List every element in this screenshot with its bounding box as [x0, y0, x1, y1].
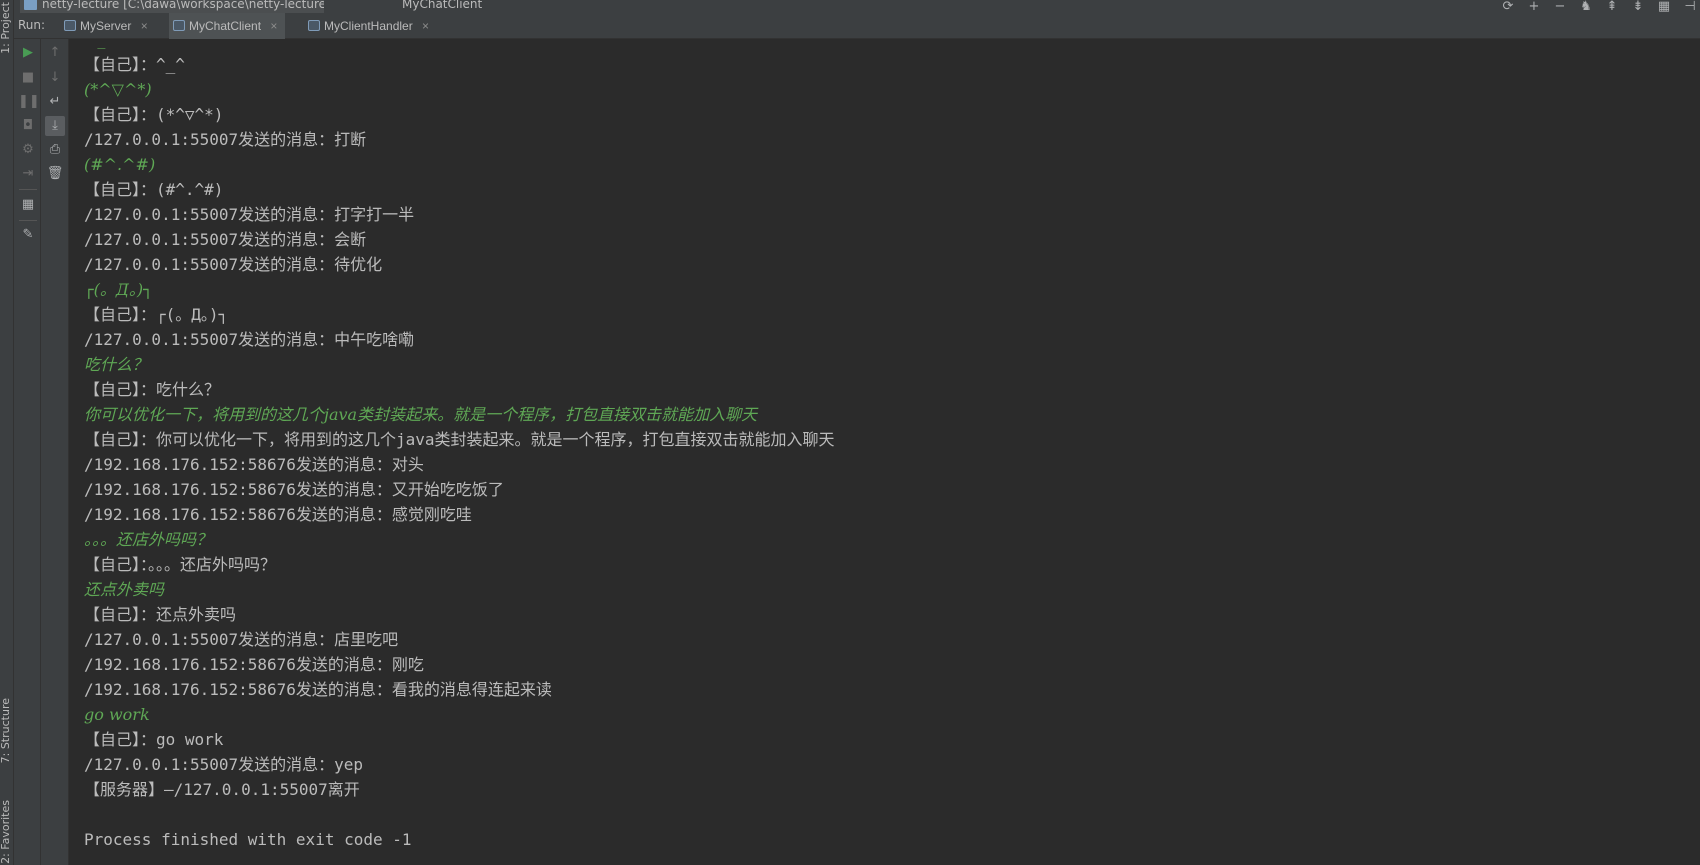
- run-config-icon: [64, 20, 76, 31]
- run-toolbar-secondary: ↑ ↓ ↵ ⤓ ⎙ 🗑: [41, 39, 69, 865]
- title-bar: netty-lecture [C:\dawa\workspace\netty-l…: [0, 0, 1700, 13]
- collapse-all-icon[interactable]: ⇟: [1630, 0, 1646, 13]
- close-icon[interactable]: ×: [141, 19, 148, 33]
- console-output-line: 【服务器】—/127.0.0.1:55007离开: [84, 780, 360, 799]
- run-tool-header: Run: MyServer × MyChatClient × MyClientH…: [14, 13, 1700, 39]
- scroll-to-end-icon[interactable]: ⤓: [45, 116, 65, 136]
- run-tab-label: MyServer: [80, 19, 132, 33]
- console-output-line: 【自己】：。。。还店外吗吗？: [84, 555, 277, 574]
- layout-icon[interactable]: ▦: [1656, 0, 1672, 13]
- console-output-line: /127.0.0.1:55007发送的消息：打字打一半: [84, 205, 415, 224]
- console-input-line: go work: [84, 705, 150, 724]
- print-icon[interactable]: ⎙: [45, 140, 65, 160]
- console-output-line: /192.168.176.152:58676发送的消息：感觉刚吃哇: [84, 505, 472, 524]
- run-config-icon: [308, 20, 320, 31]
- console-output-line: /192.168.176.152:58676发送的消息：对头: [84, 455, 424, 474]
- expand-plus-icon[interactable]: +: [1526, 0, 1542, 13]
- up-arrow-icon[interactable]: ↑: [45, 43, 65, 63]
- restore-layout-icon[interactable]: ▦: [18, 195, 38, 215]
- project-tool-button[interactable]: 1: Project: [0, 2, 12, 54]
- console-input-line: ^_^: [84, 39, 119, 49]
- project-folder-icon: [24, 0, 37, 10]
- clear-trash-icon[interactable]: 🗑: [45, 164, 65, 184]
- console-output-line: 【自己】：还点外卖吗: [84, 605, 237, 624]
- left-tool-stripe: 1: Project 7: Structure 2: Favorites: [0, 0, 14, 865]
- favorites-tool-button[interactable]: 2: Favorites: [0, 800, 12, 864]
- down-arrow-icon[interactable]: ↓: [45, 68, 65, 88]
- toolbar-separator: [19, 189, 37, 190]
- window-title: MyChatClient: [402, 0, 483, 11]
- project-tab-label: netty-lecture [C:\dawa\workspace\netty-l…: [42, 0, 324, 11]
- console-input-line: (*^▽^*): [84, 80, 152, 99]
- settings-icon[interactable]: ⚙: [18, 140, 38, 160]
- exit-icon[interactable]: ⇥: [18, 164, 38, 184]
- console-output-line: /127.0.0.1:55007发送的消息：中午吃啥嘞: [84, 330, 415, 349]
- console-output-line: 【自己】：你可以优化一下，将用到的这几个java类封装起来。就是一个程序，打包直…: [84, 430, 835, 449]
- run-tab-label: MyClientHandler: [324, 19, 413, 33]
- console-output-line: /127.0.0.1:55007发送的消息：打断: [84, 130, 367, 149]
- gradle-elephant-icon[interactable]: ♞: [1578, 0, 1594, 13]
- console-input-line: (#^.^#): [84, 155, 156, 174]
- console-output-line: /192.168.176.152:58676发送的消息：又开始吃吃饭了: [84, 480, 504, 499]
- console-output-line: /192.168.176.152:58676发送的消息：刚吃: [84, 655, 424, 674]
- console-output-line: 【自己】：吃什么？: [84, 380, 221, 399]
- run-tab-myserver[interactable]: MyServer ×: [60, 13, 156, 39]
- close-icon[interactable]: ×: [270, 19, 277, 33]
- console-input-line: 你可以优化一下，将用到的这几个java类封装起来。就是一个程序，打包直接双击就能…: [84, 405, 758, 424]
- console-output-line: 【自己】：go work: [84, 730, 224, 749]
- toolbar-separator: [19, 220, 37, 221]
- console-output-line: /127.0.0.1:55007发送的消息：待优化: [84, 255, 383, 274]
- soft-wrap-icon[interactable]: ↵: [45, 92, 65, 112]
- console-input-line: 吃什么？: [84, 355, 149, 374]
- console-input-line: 。。。还店外吗吗？: [84, 530, 213, 549]
- run-tab-mychatclient[interactable]: MyChatClient ×: [169, 13, 286, 39]
- console-output-line: 【自己】：^_^: [84, 55, 185, 74]
- console-input-line: 还点外卖吗: [84, 580, 165, 599]
- run-config-icon: [173, 20, 185, 31]
- console-output-line: /192.168.176.152:58676发送的消息：看我的消息得连起来读: [84, 680, 552, 699]
- project-tab[interactable]: netty-lecture [C:\dawa\workspace\netty-l…: [20, 0, 324, 13]
- pin-icon[interactable]: ✎: [18, 225, 38, 245]
- structure-tool-button[interactable]: 7: Structure: [0, 698, 12, 763]
- console-output-line: /127.0.0.1:55007发送的消息：yep: [84, 755, 364, 774]
- stop-icon[interactable]: ■: [18, 68, 38, 88]
- run-tab-myclienthandler[interactable]: MyClientHandler ×: [304, 13, 437, 39]
- console-input-line: ┌(。Д。)┐: [84, 280, 153, 299]
- close-icon[interactable]: ×: [422, 19, 429, 33]
- console-output-line: 【自己】：(*^▽^*): [84, 105, 224, 124]
- run-toolbar-primary: ▶ ■ ❚❚ ◘ ⚙ ⇥ ▦ ✎: [14, 39, 41, 865]
- pause-icon[interactable]: ❚❚: [18, 92, 40, 112]
- run-label: Run:: [18, 18, 46, 32]
- expand-all-icon[interactable]: ⇞: [1604, 0, 1620, 13]
- sync-icon[interactable]: ⟳: [1500, 0, 1516, 13]
- run-tab-label: MyChatClient: [189, 19, 262, 33]
- console-output-line: /127.0.0.1:55007发送的消息：店里吃吧: [84, 630, 399, 649]
- console-output-line: /127.0.0.1:55007发送的消息：会断: [84, 230, 367, 249]
- console-output-line: 【自己】：(#^.^#): [84, 180, 224, 199]
- console-output-line: 【自己】：┌(。Д。)┐: [84, 305, 229, 324]
- settings-split-icon[interactable]: ⊣: [1682, 0, 1698, 13]
- console-output[interactable]: ^_^ 【自己】：^_^ (*^▽^*) 【自己】：(*^▽^*) /127.0.0.1…: [70, 39, 1700, 865]
- top-right-toolbar: ⟳ + − ♞ ⇞ ⇟ ▦ ⊣: [1500, 0, 1698, 13]
- console-output-line: Process finished with exit code -1: [84, 830, 412, 849]
- collapse-minus-icon[interactable]: −: [1552, 0, 1568, 13]
- dump-threads-icon[interactable]: ◘: [18, 116, 38, 136]
- rerun-icon[interactable]: ▶: [18, 43, 38, 63]
